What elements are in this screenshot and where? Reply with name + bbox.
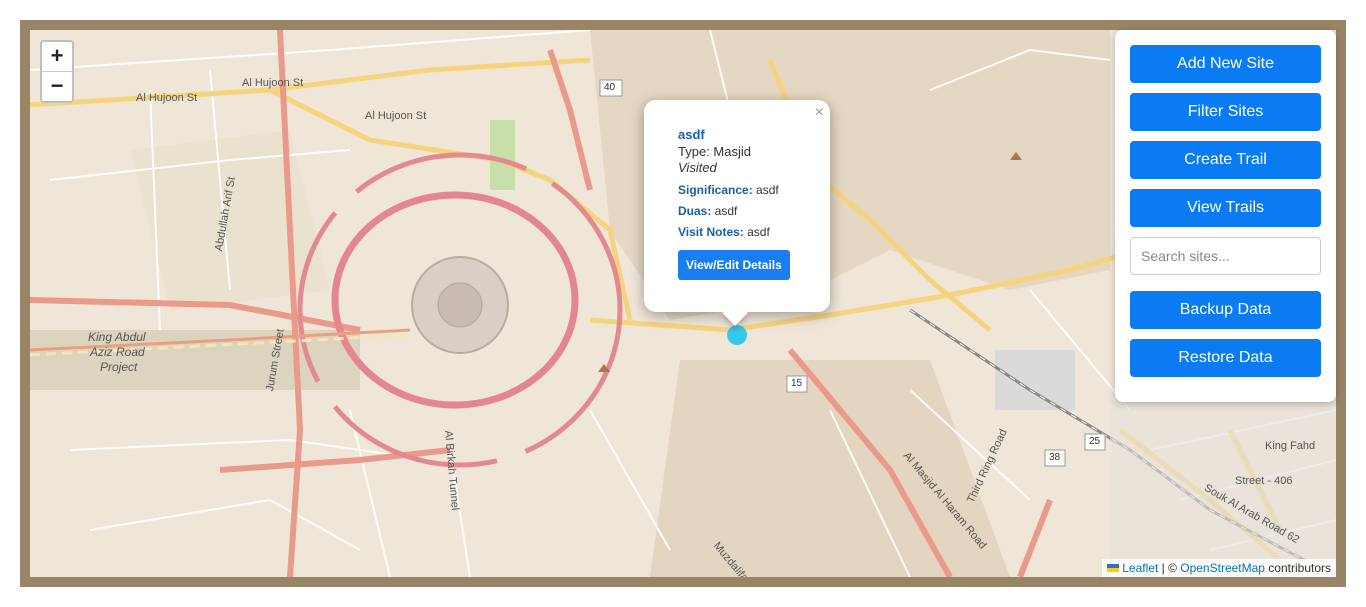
street-label: Street - 406 xyxy=(1235,475,1293,487)
duas-label: Duas: xyxy=(678,204,712,218)
restore-data-button[interactable]: Restore Data xyxy=(1130,339,1321,377)
zoom-out-button[interactable]: − xyxy=(42,72,72,101)
zoom-control: + − xyxy=(40,40,74,103)
duas-value: asdf xyxy=(711,204,738,218)
ukraine-flag-icon xyxy=(1107,564,1120,572)
site-popup: × asdf Type: Masjid Visited Significance… xyxy=(644,100,830,326)
close-icon[interactable]: × xyxy=(815,104,824,122)
map-attribution: Leaflet | © OpenStreetMap contributors xyxy=(1102,559,1336,577)
street-label: Al Hujoon St xyxy=(136,92,198,104)
area-label: Project xyxy=(100,360,138,374)
zoom-in-button[interactable]: + xyxy=(42,42,72,72)
visit-notes-value: asdf xyxy=(743,225,770,239)
leaflet-link[interactable]: Leaflet xyxy=(1122,561,1158,575)
significance-label: Significance: xyxy=(678,183,753,197)
add-new-site-button[interactable]: Add New Site xyxy=(1130,45,1321,83)
visit-status: Visited xyxy=(678,160,717,175)
site-name: asdf xyxy=(678,127,705,142)
route-shield: 40 xyxy=(604,82,616,93)
area-label: Aziz Road xyxy=(90,345,145,359)
filter-sites-button[interactable]: Filter Sites xyxy=(1130,93,1321,131)
route-shield: 38 xyxy=(1049,452,1061,463)
create-trail-button[interactable]: Create Trail xyxy=(1130,141,1321,179)
attribution-contributors: contributors xyxy=(1264,561,1331,575)
attribution-separator: | © xyxy=(1158,561,1181,575)
street-label: Al Hujoon St xyxy=(242,77,304,89)
site-type: Type: Masjid xyxy=(678,144,751,159)
route-shield: 15 xyxy=(791,378,803,389)
search-sites-input[interactable] xyxy=(1130,237,1321,275)
street-label: Al Hujoon St xyxy=(365,110,427,122)
significance-value: asdf xyxy=(752,183,779,197)
area-label: King Abdul xyxy=(88,330,146,344)
view-trails-button[interactable]: View Trails xyxy=(1130,189,1321,227)
duas-row: Duas: asdf xyxy=(678,204,822,218)
view-edit-details-button[interactable]: View/Edit Details xyxy=(678,250,790,280)
backup-data-button[interactable]: Backup Data xyxy=(1130,291,1321,329)
control-panel: Add New Site Filter Sites Create Trail V… xyxy=(1115,30,1336,402)
site-marker[interactable] xyxy=(727,325,747,345)
openstreetmap-link[interactable]: OpenStreetMap xyxy=(1180,561,1265,575)
route-shield: 25 xyxy=(1089,436,1101,447)
street-label: King Fahd xyxy=(1265,440,1316,452)
significance-row: Significance: asdf xyxy=(678,183,822,197)
visit-notes-label: Visit Notes: xyxy=(678,225,744,239)
visit-notes-row: Visit Notes: asdf xyxy=(678,225,822,239)
